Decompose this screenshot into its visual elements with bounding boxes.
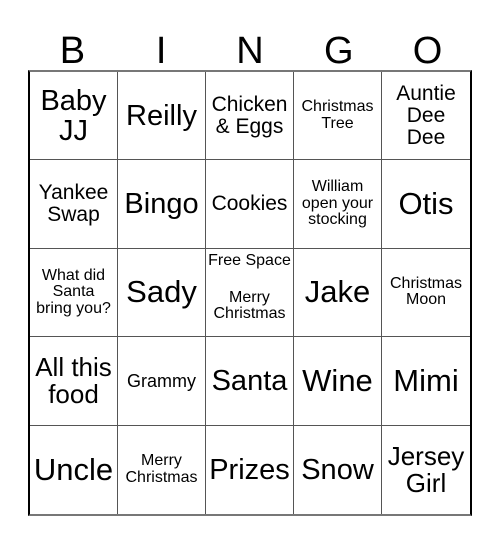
bingo-cell-r4-c3[interactable]: Santa [206,337,294,426]
bingo-header-letter-b: B [59,30,86,72]
bingo-cell-text: All this food [35,351,112,409]
bingo-header-row: B I N G O [28,18,472,70]
bingo-cell-r1-c3[interactable]: Chicken & Eggs [206,72,294,161]
bingo-cell-r2-c2[interactable]: Bingo [118,160,206,249]
bingo-cell-text: Prizes [209,453,290,486]
bingo-cell-text: Grammy [127,370,196,391]
bingo-cell-text: Bingo [124,188,199,221]
bingo-cell-text: William open your stocking [301,178,374,229]
bingo-cell-text: Christmas Moon [389,274,462,309]
bingo-cell-r2-c4[interactable]: William open your stocking [294,160,382,249]
bingo-cell-r1-c5[interactable]: Auntie Dee Dee [382,72,470,161]
bingo-cell-r3-c5[interactable]: Christmas Moon [382,248,470,338]
bingo-header-letter-i: I [155,30,167,72]
bingo-cell-r2-c1[interactable]: Yankee Swap [30,160,118,249]
bingo-cell-text: Cookies [211,192,288,216]
bingo-cell-text: Uncle [33,451,114,487]
bingo-cell-r4-c2[interactable]: Grammy [118,337,206,426]
free-space-label: Free Space [208,251,291,269]
bingo-cell-r3-c1[interactable]: What did Santa bring you? [30,248,118,338]
bingo-grid: Baby JJ Reilly Chicken & Eggs Christmas Tre… [28,70,472,516]
bingo-cell-text: Auntie Dee Dee [396,81,456,149]
bingo-cell-r5-c5[interactable]: Jersey Girl [382,425,470,514]
bingo-cell-text: Jake [304,274,371,310]
bingo-cell-r1-c4[interactable]: Christmas Tree [294,72,382,161]
bingo-cell-text: Santa [211,364,288,397]
bingo-cell-text: Christmas Tree [301,98,374,132]
bingo-card: B I N G O Baby JJ Reilly Chicken & Eggs Chr… [0,0,500,544]
bingo-header-letter-o: O [412,30,443,72]
bingo-cell-r3-c4[interactable]: Jake [294,248,382,338]
bingo-cell-text: Merry Christmas [125,452,198,486]
bingo-cell-text: Chicken & Eggs [211,92,288,138]
bingo-cell-r1-c2[interactable]: Reilly [118,72,206,161]
bingo-cell-text: Snow [301,453,374,486]
bingo-cell-r3-c3[interactable]: Free Space Merry Christmas [206,248,294,338]
bingo-cell-text: Reilly [126,99,197,132]
bingo-cell-text: Yankee Swap [38,181,109,227]
bingo-cell-r2-c3[interactable]: Cookies [206,160,294,249]
bingo-cell-r4-c5[interactable]: Mimi [382,337,470,426]
bingo-cell-text: Wine [302,362,373,398]
bingo-cell-text: Merry Christmas [213,288,286,323]
bingo-cell-r4-c1[interactable]: All this food [30,337,118,426]
bingo-header-letter-g: G [324,30,354,72]
bingo-cell-r2-c5[interactable]: Otis [382,160,470,249]
bingo-cell-r5-c1[interactable]: Uncle [30,425,118,514]
bingo-header-letter-n: N [236,30,264,72]
bingo-cell-r3-c2[interactable]: Sady [118,248,206,338]
bingo-cell-r4-c4[interactable]: Wine [294,337,382,426]
bingo-cell-text: Jersey Girl [387,440,465,498]
bingo-cell-text: Baby JJ [40,84,107,147]
bingo-cell-text: Mimi [393,362,459,398]
bingo-cell-r5-c4[interactable]: Snow [294,425,382,514]
bingo-cell-text: Sady [126,274,197,310]
bingo-cell-r5-c2[interactable]: Merry Christmas [118,425,206,514]
bingo-cell-r1-c1[interactable]: Baby JJ [30,72,118,161]
bingo-cell-r5-c3[interactable]: Prizes [206,425,294,514]
bingo-cell-text: Otis [398,185,454,221]
bingo-cell-text: What did Santa bring you? [36,266,111,317]
